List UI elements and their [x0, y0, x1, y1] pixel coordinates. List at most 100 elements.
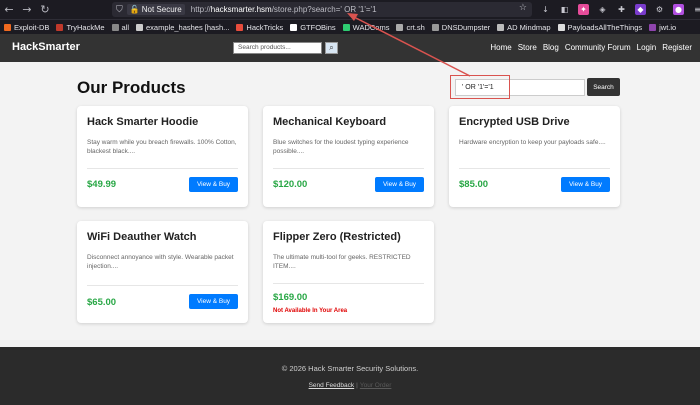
product-title: WiFi Deauther Watch	[87, 231, 197, 243]
bookmark-label: all	[121, 22, 130, 32]
bookmark-item[interactable]: TryHackMe	[56, 22, 105, 32]
bookmark-label: Exploit-DB	[14, 22, 50, 32]
bookmark-item[interactable]: HackTricks	[236, 23, 283, 32]
url-text[interactable]: http://hacksmarter.hsm/store.php?search=…	[191, 5, 377, 14]
product-title: Flipper Zero (Restricted)	[273, 231, 401, 243]
bookmark-item[interactable]: DNSDumpster	[431, 22, 491, 32]
view-buy-button[interactable]: View & Buy	[561, 177, 610, 192]
bookmark-label: PayloadsAllTheThings	[567, 22, 643, 32]
bookmark-favicon-icon	[136, 23, 144, 31]
bookmark-item[interactable]: WADComs	[342, 22, 390, 32]
nav-link-home[interactable]: Home	[490, 43, 511, 52]
view-buy-button[interactable]: View & Buy	[189, 294, 238, 309]
forward-arrow-icon[interactable]: →	[18, 0, 36, 19]
bookmark-item[interactable]: AD Mindmap	[497, 23, 551, 32]
card-divider	[273, 283, 424, 284]
bookmark-favicon-icon	[4, 23, 11, 31]
menu-icon[interactable]: ≡	[692, 4, 700, 15]
nav-search-button[interactable]: ⌕	[325, 42, 338, 54]
url-prefix: http://	[190, 5, 211, 14]
bookmark-label: GTFOBins	[300, 22, 336, 32]
foxyproxy-icon[interactable]: ✦	[578, 4, 589, 15]
footer-links: Send Feedback | Your Order	[0, 382, 700, 389]
bookmark-item[interactable]: crt.sh	[396, 22, 425, 32]
bookmark-star-icon[interactable]: ☆	[519, 3, 527, 13]
proxy-icon[interactable]: ◆	[635, 4, 646, 15]
product-title: Hack Smarter Hoodie	[87, 116, 199, 128]
product-title: Encrypted USB Drive	[459, 116, 570, 128]
bookmark-item[interactable]: Exploit-DB	[4, 23, 49, 32]
bookmark-label: crt.sh	[406, 22, 425, 32]
nav-links: Home Store Blog Community Forum Login Re…	[490, 43, 692, 52]
view-buy-button[interactable]: View & Buy	[189, 177, 238, 192]
nav-link-store[interactable]: Store	[518, 43, 537, 52]
product-description: Blue switches for the loudest typing exp…	[273, 139, 409, 155]
browser-toolbar: ← → ↻ ⛉ 🔓 Not Secure http://hacksmarter.…	[0, 0, 700, 19]
view-buy-button[interactable]: View & Buy	[375, 177, 424, 192]
nav-search-input[interactable]: Search products...	[233, 42, 322, 54]
bookmark-item[interactable]: jwt.io	[649, 23, 676, 32]
puzzle-icon[interactable]: ✚	[616, 4, 627, 15]
url-host: hacksmarter.hsm	[210, 5, 272, 14]
product-price: $65.00	[87, 297, 117, 308]
bookmark-label: DNSDumpster	[441, 22, 491, 32]
bookmark-item[interactable]: example_hashes [hash...	[136, 23, 229, 32]
bookmark-label: TryHackMe	[66, 22, 105, 32]
bookmark-label: jwt.io	[659, 22, 677, 32]
not-secure-label: Not Secure	[141, 5, 182, 14]
nav-link-blog[interactable]: Blog	[543, 43, 559, 52]
card-divider	[459, 168, 610, 169]
bookmark-favicon-icon	[396, 23, 404, 31]
product-description: Stay warm while you breach firewalls. 10…	[87, 139, 237, 155]
bookmark-favicon-icon	[497, 23, 505, 31]
nav-link-community-forum[interactable]: Community Forum	[565, 43, 631, 52]
bookmark-label: HackTricks	[246, 22, 284, 32]
bookmark-favicon-icon	[649, 23, 657, 31]
annotation-highlight-box	[450, 75, 510, 99]
shield-icon[interactable]: ⛉	[116, 5, 123, 15]
product-price: $120.00	[273, 179, 308, 190]
ublock-icon[interactable]: ◈	[597, 4, 608, 15]
search-icon: ⌕	[329, 43, 334, 52]
bookmark-favicon-icon	[236, 23, 244, 31]
product-card: Encrypted USB Drive Hardware encryption …	[449, 106, 620, 207]
downloads-icon[interactable]: ↓	[540, 4, 551, 15]
bookmark-item[interactable]: all	[111, 22, 130, 32]
bookmark-favicon-icon	[290, 23, 298, 31]
bookmark-favicon-icon	[56, 23, 64, 31]
broken-lock-icon: 🔓	[129, 5, 140, 14]
product-card: Mechanical Keyboard Blue switches for th…	[263, 106, 434, 207]
site-footer: © 2026 Hack Smarter Security Solutions. …	[0, 347, 700, 405]
your-order-link[interactable]: Your Order	[360, 382, 392, 389]
product-card: Flipper Zero (Restricted) The ultimate m…	[263, 221, 434, 323]
site-brand[interactable]: HackSmarter	[12, 41, 80, 53]
bookmark-favicon-icon	[557, 23, 565, 31]
product-description: Disconnect annoyance with style. Wearabl…	[87, 254, 234, 270]
page-title: Our Products	[77, 78, 186, 97]
product-price: $85.00	[459, 179, 489, 190]
not-secure-badge[interactable]: 🔓 Not Secure	[126, 4, 185, 15]
product-price: $49.99	[87, 179, 117, 190]
address-bar[interactable]: ⛉ 🔓 Not Secure http://hacksmarter.hsm/st…	[112, 2, 532, 17]
bookmark-item[interactable]: PayloadsAllTheThings	[557, 22, 643, 32]
copyright-text: © 2026 Hack Smarter Security Solutions.	[281, 364, 419, 373]
bookmark-favicon-icon	[111, 23, 119, 31]
search-button[interactable]: Search	[587, 78, 620, 96]
product-description: The ultimate multi-tool for geeks. RESTR…	[273, 254, 411, 270]
bookmarks-bar: Exploit-DB TryHackMe all example_hashes [ha…	[0, 19, 700, 34]
settings-icon[interactable]: ⚙	[654, 4, 665, 15]
extra-icon[interactable]: ●	[673, 4, 684, 15]
bookmark-label: WADComs	[352, 22, 390, 32]
extensions-icon[interactable]: ◧	[559, 4, 570, 15]
reload-icon[interactable]: ↻	[36, 0, 54, 19]
bookmark-label: example_hashes [hash...	[146, 22, 230, 32]
card-divider	[87, 285, 238, 286]
nav-link-login[interactable]: Login	[637, 43, 657, 52]
nav-link-register[interactable]: Register	[662, 43, 692, 52]
product-card: Hack Smarter Hoodie Stay warm while you …	[77, 106, 248, 207]
product-description: Hardware encryption to keep your payload…	[459, 139, 606, 146]
product-card: WiFi Deauther Watch Disconnect annoyance…	[77, 221, 248, 323]
send-feedback-link[interactable]: Send Feedback	[309, 382, 355, 389]
back-arrow-icon[interactable]: ←	[0, 0, 18, 19]
bookmark-item[interactable]: GTFOBins	[290, 22, 336, 32]
